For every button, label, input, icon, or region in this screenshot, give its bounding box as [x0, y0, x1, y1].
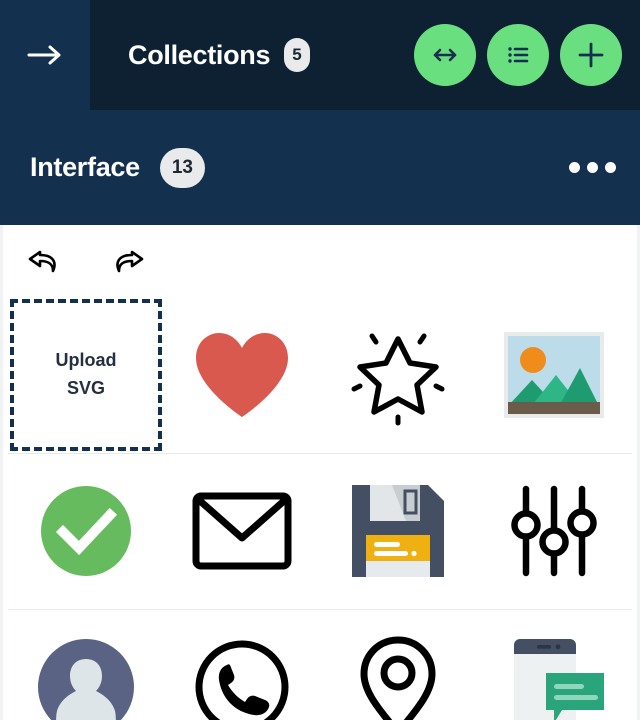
icon-photo[interactable] [476, 297, 632, 453]
image-landscape-icon [504, 332, 604, 418]
resize-button[interactable] [414, 24, 476, 86]
more-dot [568, 162, 580, 173]
icon-phone[interactable] [164, 609, 320, 720]
icon-save[interactable] [320, 453, 476, 609]
interface-title-group: Interface 13 [30, 110, 205, 225]
icon-chat[interactable] [476, 609, 632, 720]
grid-divider [8, 453, 632, 454]
icon-sliders[interactable] [476, 453, 632, 609]
plus-icon [578, 42, 604, 68]
collections-count-badge: 5 [284, 38, 310, 72]
left-right-arrow-icon [433, 48, 457, 62]
check-circle-icon [41, 486, 131, 576]
upload-svg-dropzone[interactable]: Upload SVG [10, 299, 162, 451]
arrow-right-icon [27, 45, 61, 65]
icon-avatar[interactable] [8, 609, 164, 720]
more-options-button[interactable] [562, 110, 622, 225]
add-button[interactable] [560, 24, 622, 86]
collections-app: Collections 5 Interface 13 Upload SVG [0, 0, 640, 720]
history-toolbar [25, 241, 147, 281]
upload-svg-cell[interactable]: Upload SVG [8, 297, 164, 453]
more-dot [586, 162, 598, 173]
more-dot [604, 162, 616, 173]
top-bar: Collections 5 [0, 0, 640, 110]
user-avatar-icon [38, 639, 134, 720]
back-button[interactable] [0, 0, 90, 110]
undo-button[interactable] [25, 241, 65, 281]
upload-label-line1: Upload [55, 350, 117, 371]
redo-icon [116, 250, 144, 273]
sub-bar: Interface 13 [0, 110, 640, 225]
list-icon [508, 47, 529, 63]
icon-heart[interactable] [164, 297, 320, 453]
sliders-icon [511, 485, 597, 577]
icon-mail[interactable] [164, 453, 320, 609]
upload-label-line2: SVG [66, 378, 105, 398]
sparkling-star-icon [351, 333, 445, 426]
list-view-button[interactable] [487, 24, 549, 86]
envelope-icon [192, 492, 292, 570]
phone-circle-icon [195, 640, 289, 720]
map-pin-icon [360, 636, 436, 720]
content-area: Upload SVG [0, 225, 640, 720]
interface-count-badge: 13 [159, 147, 205, 188]
icon-check[interactable] [8, 453, 164, 609]
collection-name: Interface [30, 152, 140, 182]
header-action-buttons [414, 0, 622, 110]
grid-divider [8, 609, 632, 610]
heart-icon [196, 333, 288, 417]
app-header: Collections 5 Interface 13 [0, 0, 640, 225]
icon-location[interactable] [320, 609, 476, 720]
icon-grid: Upload SVG [8, 297, 632, 720]
floppy-disk-icon [352, 485, 444, 577]
mobile-chat-icon [514, 639, 604, 720]
page-title: Collections [128, 39, 271, 70]
icon-star[interactable] [320, 297, 476, 453]
collections-title-group: Collections 5 [128, 0, 310, 110]
redo-button[interactable] [107, 241, 147, 281]
undo-icon [28, 250, 56, 273]
icon-browser: Upload SVG [3, 225, 637, 720]
